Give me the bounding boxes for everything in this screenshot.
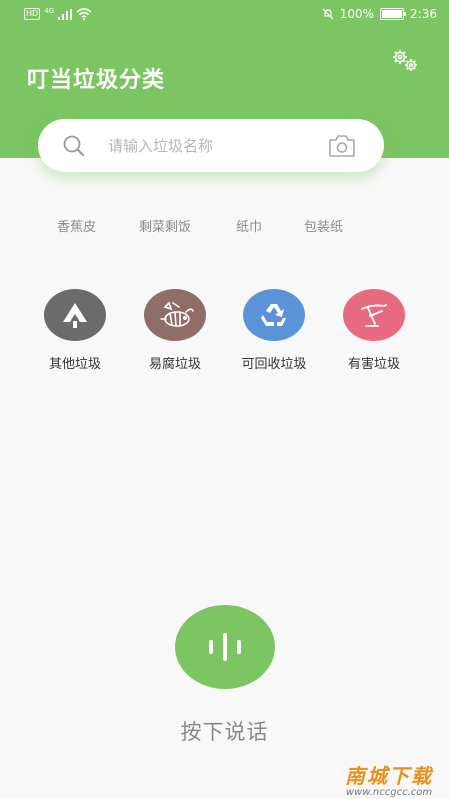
settings-gear-icon[interactable] [391,48,421,74]
other-waste-icon [63,303,87,328]
battery-icon [380,8,407,20]
mute-bell-icon [322,8,334,20]
app-title: 叮当垃圾分类 [27,68,166,93]
category-circle[interactable] [44,289,106,341]
network-type: 4G [44,7,55,15]
watermark-title: 南城下载 [345,764,433,788]
search-input[interactable] [108,135,338,157]
recycle-icon [261,304,286,326]
hot-tag[interactable]: 剩菜剩饭 [139,216,191,235]
fish-bone-icon [160,301,194,327]
hd-badge: HD [24,8,41,20]
category-food-waste[interactable]: 易腐垃圾 [130,289,220,372]
watermark: 南城下载 www.nccgcc.com [345,760,433,798]
camera-icon[interactable] [327,133,357,159]
status-right: 100% 2:36 [322,7,437,21]
category-label: 其他垃圾 [48,357,101,372]
hot-tag[interactable]: 纸巾 [236,216,262,235]
hot-tag[interactable]: 包装纸 [304,216,343,235]
category-hazardous[interactable]: 有害垃圾 [329,289,419,372]
clock: 2:36 [410,7,437,21]
battery-percent: 100% [339,7,375,21]
hazardous-icon [361,304,387,327]
status-left: HD 4G [24,7,92,20]
battery-fill [382,10,403,18]
status-bar: HD 4G 100% 2:36 [0,0,449,30]
category-circle[interactable] [343,289,405,341]
category-circle[interactable] [243,289,305,341]
hot-tag[interactable]: 香蕉皮 [57,216,96,235]
voice-wave-icon [209,633,241,661]
category-other-waste[interactable]: 其他垃圾 [30,289,120,372]
category-recyclable[interactable]: 可回收垃圾 [229,289,319,372]
voice-label: 按下说话 [180,720,269,744]
wifi-icon [76,8,92,20]
signal-icon [58,8,73,20]
watermark-url: www.nccgcc.com [345,787,433,798]
category-label: 可回收垃圾 [241,357,307,372]
search-box[interactable] [38,119,384,172]
category-label: 易腐垃圾 [148,357,201,372]
category-label: 有害垃圾 [347,357,400,372]
voice-button[interactable] [175,605,275,689]
category-circle[interactable] [144,289,206,341]
search-icon [63,135,84,156]
